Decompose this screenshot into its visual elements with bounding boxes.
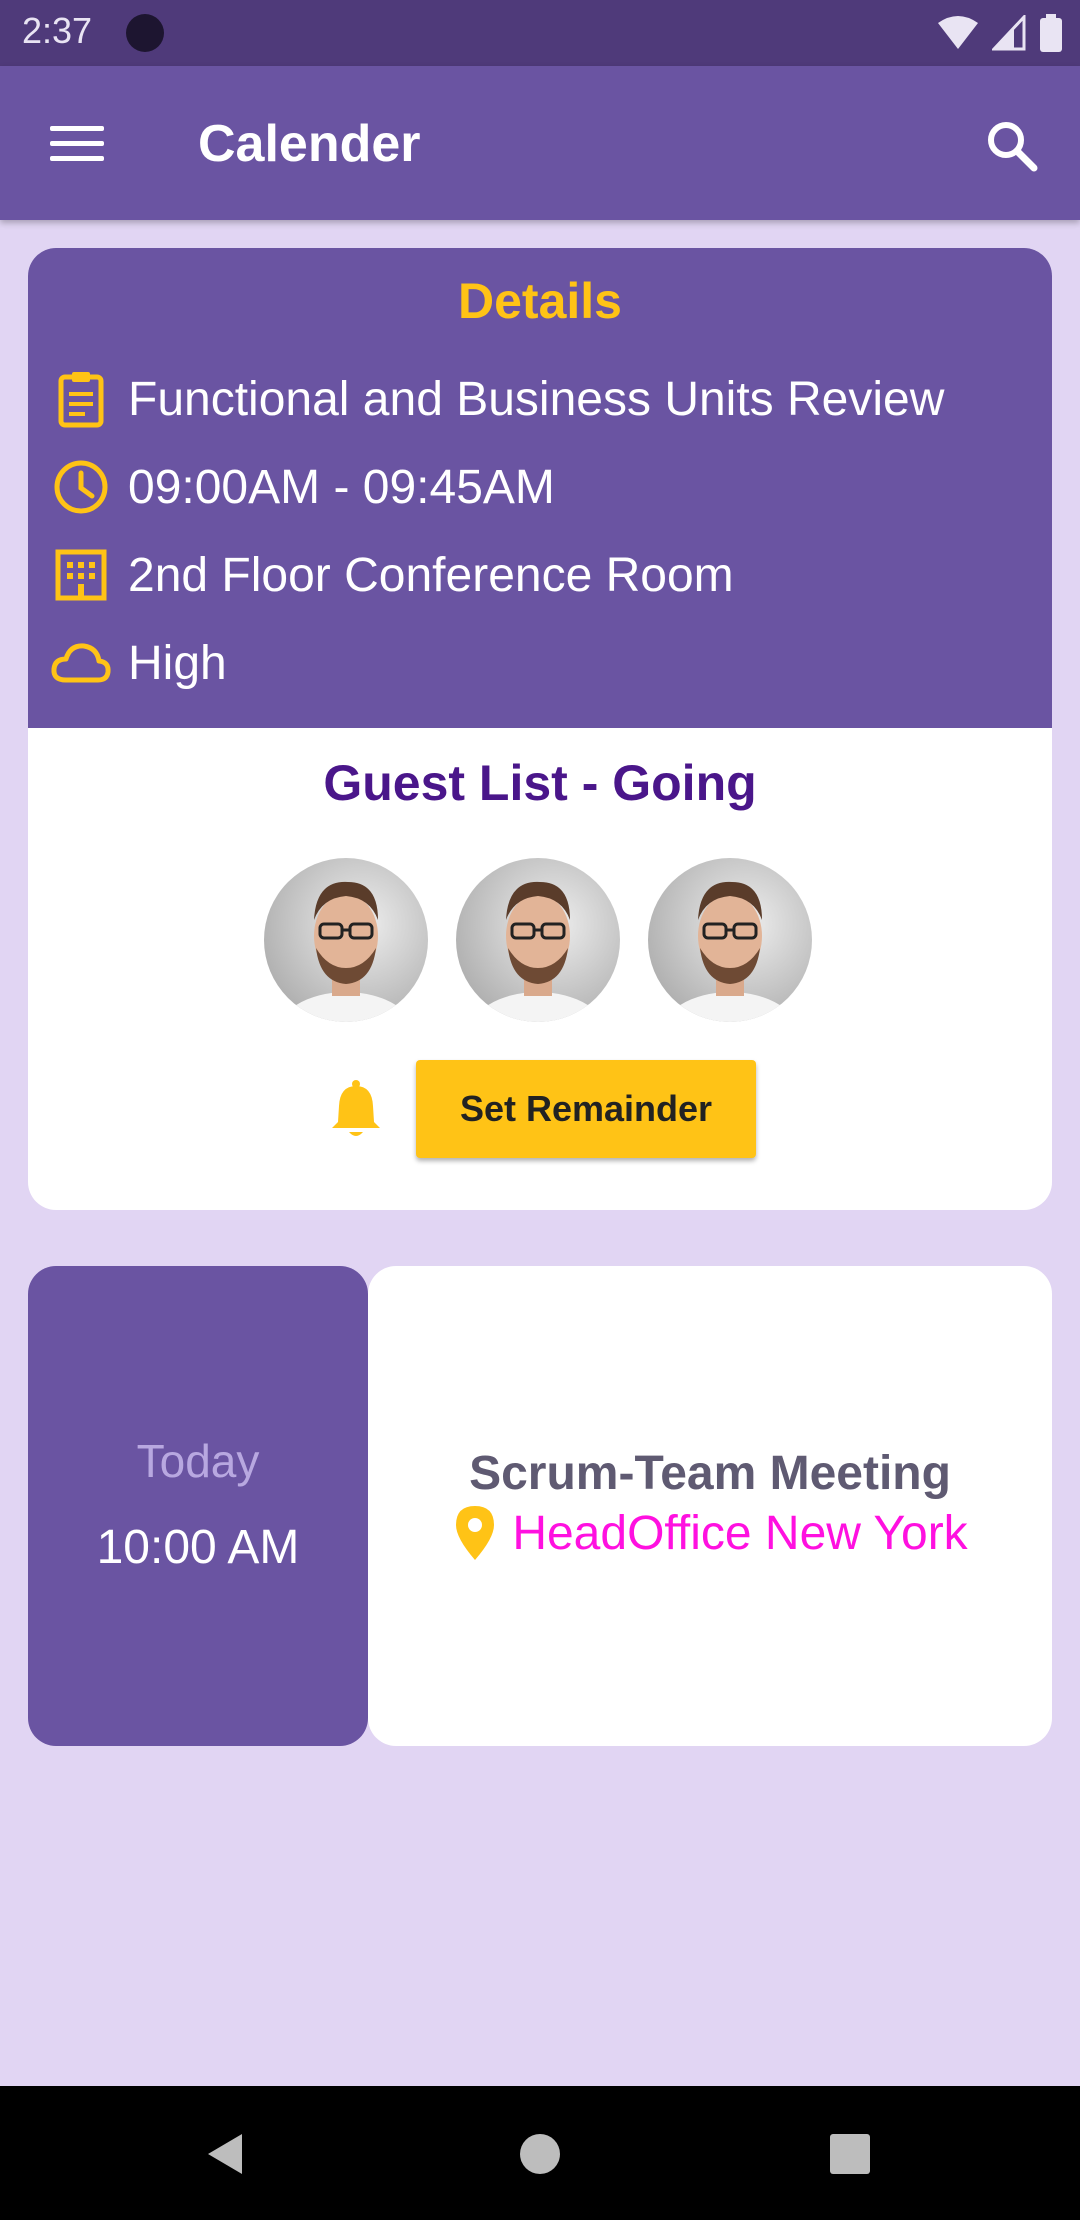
event-name: Scrum-Team Meeting: [469, 1447, 951, 1500]
building-icon: [55, 549, 107, 601]
status-bar: 2:37: [0, 0, 1080, 66]
details-header: Details Functional and Business Units Re…: [28, 248, 1052, 728]
set-reminder-button[interactable]: Set Remainder: [416, 1060, 756, 1158]
navigation-bar: [0, 2086, 1080, 2220]
event-time-range: 09:00AM - 09:45AM: [128, 460, 555, 514]
detail-row-time: 09:00AM - 09:45AM: [50, 452, 555, 522]
search-icon[interactable]: [984, 118, 1040, 174]
details-title: Details: [458, 273, 622, 329]
avatar[interactable]: [456, 858, 620, 1022]
details-card: Details Functional and Business Units Re…: [28, 248, 1052, 1210]
event-time-panel: Today 10:00 AM: [28, 1266, 368, 1746]
app-bar: Calender: [0, 66, 1080, 220]
detail-row-title: Functional and Business Units Review: [50, 364, 944, 434]
status-icons: [938, 14, 1062, 52]
recents-icon[interactable]: [790, 2086, 910, 2220]
menu-icon[interactable]: [50, 126, 104, 162]
event-day: Today: [136, 1435, 260, 1487]
guest-avatars: [264, 858, 812, 1022]
notification-app-icon: [126, 14, 164, 52]
page-title: Calender: [198, 115, 421, 173]
avatar[interactable]: [648, 858, 812, 1022]
event-location: 2nd Floor Conference Room: [128, 548, 734, 602]
back-icon[interactable]: [166, 2086, 286, 2220]
detail-row-priority: High: [50, 628, 227, 698]
event-location-text: HeadOffice New York: [512, 1506, 968, 1560]
event-priority: High: [128, 636, 227, 690]
location-pin-icon: [456, 1506, 495, 1560]
event-location-row: HeadOffice New York: [368, 1504, 1052, 1562]
clock-icon: [54, 460, 108, 514]
clipboard-icon: [58, 372, 104, 428]
event-title: Functional and Business Units Review: [128, 372, 945, 426]
guest-list-title: Guest List - Going: [323, 755, 757, 811]
status-time: 2:37: [22, 10, 93, 51]
event-info-panel: Scrum-Team Meeting HeadOffice New York: [368, 1266, 1052, 1746]
bell-icon[interactable]: [328, 1080, 384, 1140]
detail-row-location: 2nd Floor Conference Room: [50, 540, 734, 610]
wifi-icon: [938, 16, 978, 49]
battery-icon: [1040, 14, 1062, 52]
signal-icon: [992, 15, 1026, 51]
home-icon[interactable]: [480, 2086, 600, 2220]
avatar[interactable]: [264, 858, 428, 1022]
event-card[interactable]: Today 10:00 AM Scrum-Team Meeting HeadOf…: [28, 1266, 1052, 1746]
event-time: 10:00 AM: [96, 1521, 300, 1574]
cloud-icon: [51, 643, 111, 683]
